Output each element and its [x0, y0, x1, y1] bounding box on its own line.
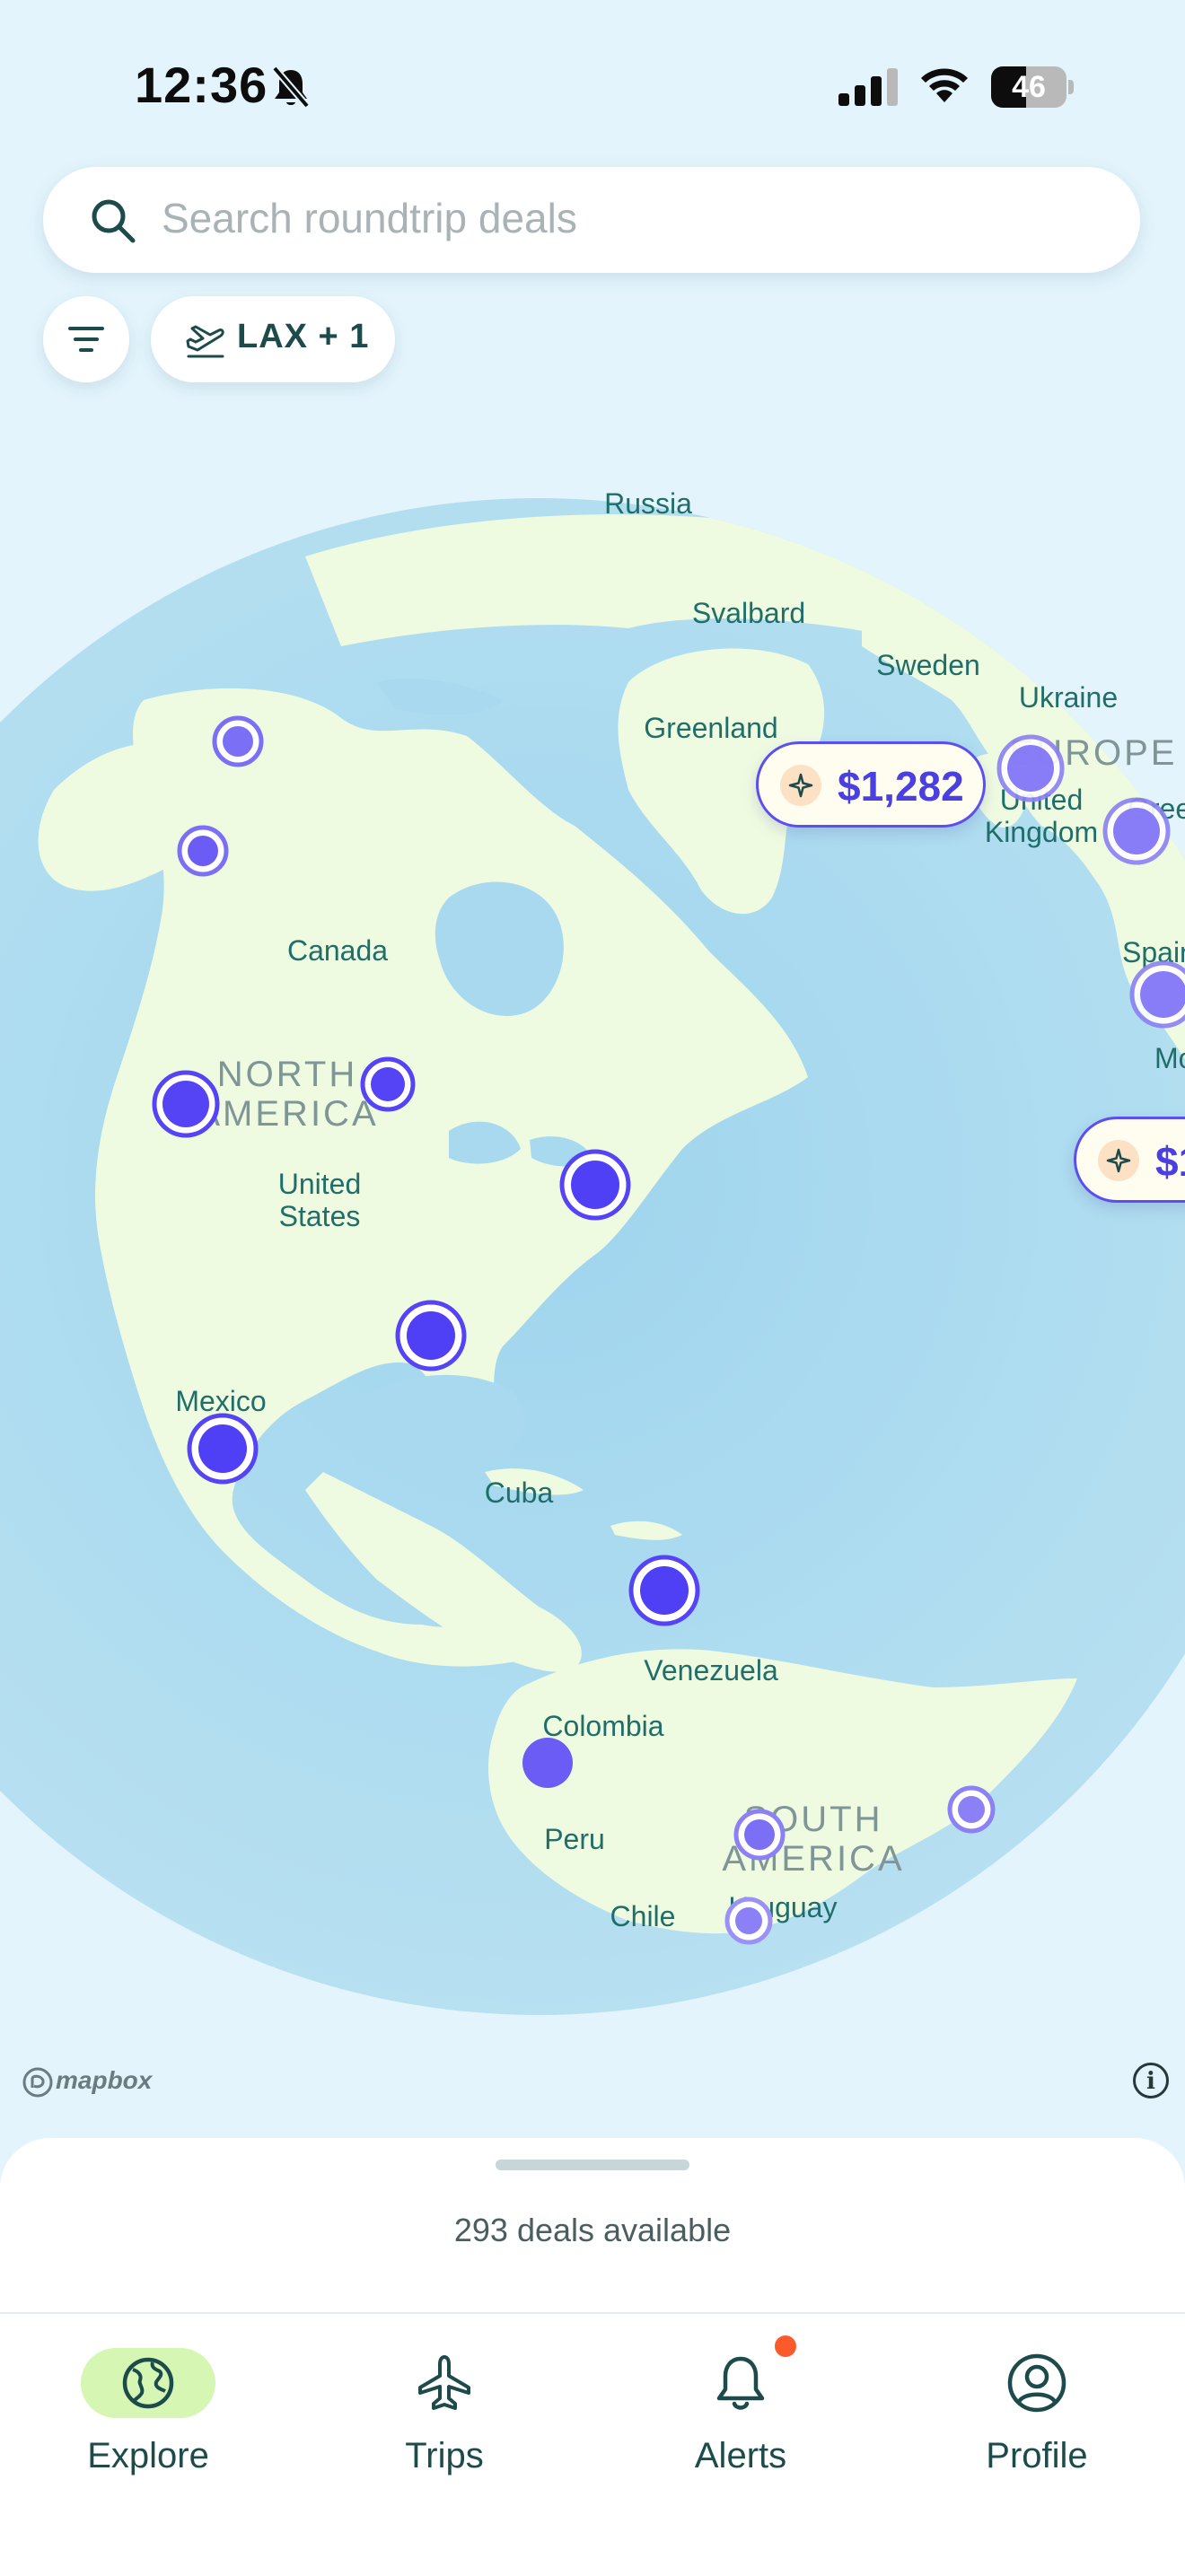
- destination-pin[interactable]: [1129, 960, 1185, 1029]
- destination-pin[interactable]: [177, 825, 229, 877]
- tab-alerts-icon-wrap: [660, 2348, 821, 2418]
- destination-pin[interactable]: [559, 1149, 631, 1221]
- status-time: 12:36: [135, 57, 268, 113]
- sparkle-icon: [780, 765, 821, 806]
- destination-pin[interactable]: [152, 1070, 220, 1138]
- destination-pin[interactable]: [1102, 797, 1171, 865]
- tab-trips-label: Trips: [405, 2436, 484, 2475]
- destination-pin[interactable]: [395, 1300, 467, 1371]
- map-label-united-states-1: United: [278, 1168, 362, 1200]
- destination-pin[interactable]: [628, 1555, 700, 1626]
- tab-alerts[interactable]: Alerts: [592, 2314, 889, 2493]
- tab-trips[interactable]: Trips: [296, 2314, 592, 2493]
- destination-pin[interactable]: [724, 1897, 773, 1945]
- tab-bar: Explore Trips Alerts Profile: [0, 2312, 1185, 2576]
- tab-profile-icon-wrap: [956, 2348, 1118, 2418]
- map-label-north-america-1: NORTH: [217, 1055, 357, 1094]
- deal-price: $1: [1155, 1138, 1185, 1185]
- map-label-colombia: Colombia: [542, 1710, 663, 1742]
- destination-pin[interactable]: [733, 1809, 786, 1861]
- deals-bottom-sheet[interactable]: 293 deals available: [0, 2138, 1185, 2318]
- tab-explore-label: Explore: [87, 2436, 209, 2475]
- map-label-mexico: Mexico: [175, 1385, 266, 1417]
- search-bar[interactable]: Search roundtrip deals: [43, 167, 1140, 273]
- search-icon: [88, 196, 138, 250]
- map-label-peru: Peru: [544, 1823, 605, 1855]
- sheet-drag-handle[interactable]: [496, 2160, 689, 2170]
- map-label-russia: Russia: [604, 487, 692, 520]
- map-label-chile: Chile: [610, 1900, 676, 1932]
- alerts-notification-badge: [775, 2335, 796, 2357]
- tab-profile[interactable]: Profile: [889, 2314, 1185, 2493]
- map-label-morocco: Mo: [1154, 1042, 1185, 1074]
- map-label-cuba: Cuba: [485, 1476, 554, 1509]
- destination-pin[interactable]: [360, 1056, 416, 1112]
- deals-count: 293 deals available: [453, 2212, 732, 2248]
- bell-off-icon: [269, 65, 312, 114]
- map-info-button[interactable]: i: [1133, 2063, 1169, 2098]
- battery-icon: 46: [991, 66, 1074, 108]
- tab-trips-icon-wrap: [364, 2348, 525, 2418]
- sparkle-icon: [1098, 1140, 1139, 1181]
- deal-price-pill[interactable]: $1,282: [756, 741, 986, 828]
- map-label-sweden: Sweden: [876, 649, 980, 681]
- wifi-icon: [917, 63, 971, 109]
- tab-alerts-label: Alerts: [694, 2436, 787, 2475]
- mapbox-logo-icon[interactable]: [22, 2066, 54, 2103]
- cellular-signal-icon: [838, 68, 900, 110]
- mapbox-attribution: mapbox: [56, 2066, 153, 2094]
- map-label-canada: Canada: [287, 934, 388, 967]
- map-label-united-kingdom-2: Kingdom: [985, 816, 1098, 848]
- tab-explore[interactable]: Explore: [0, 2314, 296, 2493]
- destination-pin[interactable]: [212, 715, 264, 767]
- map-label-north-america-2: AMERICA: [196, 1094, 378, 1134]
- destination-pin[interactable]: [187, 1413, 259, 1485]
- status-bar: 12:36 46: [0, 0, 1185, 171]
- deal-price-pill-partial[interactable]: $1: [1074, 1117, 1185, 1203]
- map-label-united-states-2: States: [279, 1200, 361, 1232]
- map-label-svalbard: Svalbard: [692, 597, 805, 629]
- tab-profile-label: Profile: [986, 2436, 1088, 2475]
- map-label-venezuela: Venezuela: [644, 1654, 778, 1687]
- destination-pin[interactable]: [996, 734, 1065, 802]
- filter-button[interactable]: [43, 296, 129, 382]
- destination-pin[interactable]: [947, 1785, 996, 1834]
- battery-level: 46: [1012, 70, 1046, 104]
- search-input[interactable]: Search roundtrip deals: [162, 194, 577, 242]
- departure-airport-label: LAX + 1: [237, 318, 370, 355]
- destination-pin[interactable]: [522, 1738, 573, 1788]
- map-label-greenland: Greenland: [644, 712, 777, 744]
- map-label-ukraine: Ukraine: [1019, 681, 1118, 714]
- departure-airport-chip[interactable]: LAX + 1: [151, 296, 395, 382]
- deal-price: $1,282: [838, 763, 964, 810]
- tab-explore-highlight: [81, 2348, 215, 2418]
